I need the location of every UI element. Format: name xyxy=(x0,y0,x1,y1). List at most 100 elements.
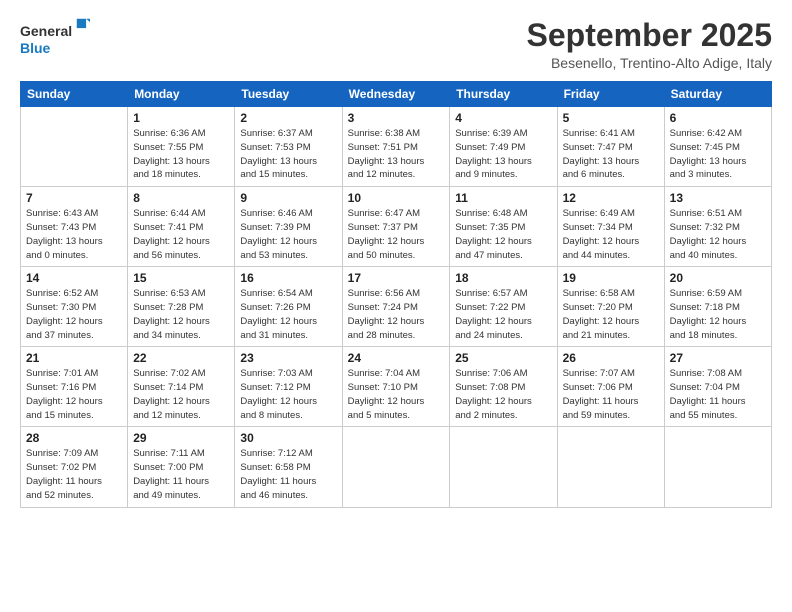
calendar-cell: 23Sunrise: 7:03 AM Sunset: 7:12 PM Dayli… xyxy=(235,347,342,427)
calendar-cell: 27 Sunrise: 7:08 AM Sunset: 7:04 PM Dayli… xyxy=(664,347,771,427)
calendar-week-4: 28 Sunrise: 7:09 AM Sunset: 7:02 PM Dayli… xyxy=(21,427,772,507)
day-number: 21 xyxy=(26,351,122,365)
day-number: 11 xyxy=(455,191,551,205)
day-number: 1 xyxy=(133,111,229,125)
day-number: 2 xyxy=(240,111,336,125)
day-info: Sunrise: 7:09 AM Sunset: 7:02 PM Dayligh… xyxy=(26,447,122,502)
day-number: 13 xyxy=(670,191,766,205)
calendar-cell: 28 Sunrise: 7:09 AM Sunset: 7:02 PM Dayli… xyxy=(21,427,128,507)
day-info: Sunrise: 6:42 AM Sunset: 7:45 PM Dayligh… xyxy=(670,127,766,182)
location: Besenello, Trentino-Alto Adige, Italy xyxy=(527,55,772,71)
day-info: Sunrise: 6:56 AM Sunset: 7:24 PM Dayligh… xyxy=(348,287,445,342)
calendar-cell: 20Sunrise: 6:59 AM Sunset: 7:18 PM Dayli… xyxy=(664,267,771,347)
calendar-week-2: 14 Sunrise: 6:52 AM Sunset: 7:30 PM Dayli… xyxy=(21,267,772,347)
day-info: Sunrise: 6:46 AM Sunset: 7:39 PM Dayligh… xyxy=(240,207,336,262)
svg-text:Blue: Blue xyxy=(20,40,51,56)
day-number: 3 xyxy=(348,111,445,125)
day-info: Sunrise: 7:06 AM Sunset: 7:08 PM Dayligh… xyxy=(455,367,551,422)
day-number: 9 xyxy=(240,191,336,205)
calendar-cell: 25Sunrise: 7:06 AM Sunset: 7:08 PM Dayli… xyxy=(450,347,557,427)
page: General Blue September 2025 Besenello, T… xyxy=(0,0,792,612)
calendar-cell: 22Sunrise: 7:02 AM Sunset: 7:14 PM Dayli… xyxy=(128,347,235,427)
col-friday: Friday xyxy=(557,82,664,107)
day-info: Sunrise: 7:02 AM Sunset: 7:14 PM Dayligh… xyxy=(133,367,229,422)
calendar-cell: 15Sunrise: 6:53 AM Sunset: 7:28 PM Dayli… xyxy=(128,267,235,347)
day-number: 27 xyxy=(670,351,766,365)
day-number: 17 xyxy=(348,271,445,285)
day-info: Sunrise: 7:11 AM Sunset: 7:00 PM Dayligh… xyxy=(133,447,229,502)
day-info: Sunrise: 7:01 AM Sunset: 7:16 PM Dayligh… xyxy=(26,367,122,422)
calendar-cell: 16Sunrise: 6:54 AM Sunset: 7:26 PM Dayli… xyxy=(235,267,342,347)
day-info: Sunrise: 6:43 AM Sunset: 7:43 PM Dayligh… xyxy=(26,207,122,262)
day-number: 28 xyxy=(26,431,122,445)
day-info: Sunrise: 6:52 AM Sunset: 7:30 PM Dayligh… xyxy=(26,287,122,342)
day-number: 15 xyxy=(133,271,229,285)
title-block: September 2025 Besenello, Trentino-Alto … xyxy=(527,18,772,71)
calendar-cell: 30Sunrise: 7:12 AM Sunset: 6:58 PM Dayli… xyxy=(235,427,342,507)
day-info: Sunrise: 6:37 AM Sunset: 7:53 PM Dayligh… xyxy=(240,127,336,182)
calendar-cell: 21 Sunrise: 7:01 AM Sunset: 7:16 PM Dayli… xyxy=(21,347,128,427)
svg-text:General: General xyxy=(20,23,72,39)
calendar-week-0: 1 Sunrise: 6:36 AM Sunset: 7:55 PM Daylig… xyxy=(21,107,772,187)
logo: General Blue xyxy=(20,18,90,60)
day-number: 5 xyxy=(563,111,659,125)
day-number: 7 xyxy=(26,191,122,205)
calendar-cell: 18Sunrise: 6:57 AM Sunset: 7:22 PM Dayli… xyxy=(450,267,557,347)
day-info: Sunrise: 7:12 AM Sunset: 6:58 PM Dayligh… xyxy=(240,447,336,502)
calendar-cell: 4Sunrise: 6:39 AM Sunset: 7:49 PM Daylig… xyxy=(450,107,557,187)
calendar-cell xyxy=(664,427,771,507)
calendar-cell: 19 Sunrise: 6:58 AM Sunset: 7:20 PM Dayli… xyxy=(557,267,664,347)
calendar-cell: 26 Sunrise: 7:07 AM Sunset: 7:06 PM Dayli… xyxy=(557,347,664,427)
calendar-cell: 7 Sunrise: 6:43 AM Sunset: 7:43 PM Daylig… xyxy=(21,187,128,267)
calendar-cell: 9 Sunrise: 6:46 AM Sunset: 7:39 PM Daylig… xyxy=(235,187,342,267)
calendar-cell: 12 Sunrise: 6:49 AM Sunset: 7:34 PM Dayli… xyxy=(557,187,664,267)
day-info: Sunrise: 6:58 AM Sunset: 7:20 PM Dayligh… xyxy=(563,287,659,342)
day-number: 18 xyxy=(455,271,551,285)
col-sunday: Sunday xyxy=(21,82,128,107)
day-info: Sunrise: 6:38 AM Sunset: 7:51 PM Dayligh… xyxy=(348,127,445,182)
calendar-cell: 5 Sunrise: 6:41 AM Sunset: 7:47 PM Daylig… xyxy=(557,107,664,187)
day-info: Sunrise: 6:41 AM Sunset: 7:47 PM Dayligh… xyxy=(563,127,659,182)
day-info: Sunrise: 6:51 AM Sunset: 7:32 PM Dayligh… xyxy=(670,207,766,262)
calendar-cell xyxy=(450,427,557,507)
col-wednesday: Wednesday xyxy=(342,82,450,107)
day-number: 26 xyxy=(563,351,659,365)
day-info: Sunrise: 7:07 AM Sunset: 7:06 PM Dayligh… xyxy=(563,367,659,422)
calendar-cell: 17 Sunrise: 6:56 AM Sunset: 7:24 PM Dayli… xyxy=(342,267,450,347)
calendar-cell: 10 Sunrise: 6:47 AM Sunset: 7:37 PM Dayli… xyxy=(342,187,450,267)
day-number: 20 xyxy=(670,271,766,285)
calendar-cell: 29Sunrise: 7:11 AM Sunset: 7:00 PM Dayli… xyxy=(128,427,235,507)
day-info: Sunrise: 6:48 AM Sunset: 7:35 PM Dayligh… xyxy=(455,207,551,262)
day-number: 8 xyxy=(133,191,229,205)
calendar-cell: 14 Sunrise: 6:52 AM Sunset: 7:30 PM Dayli… xyxy=(21,267,128,347)
day-number: 12 xyxy=(563,191,659,205)
calendar-cell: 8 Sunrise: 6:44 AM Sunset: 7:41 PM Daylig… xyxy=(128,187,235,267)
calendar-cell xyxy=(342,427,450,507)
day-info: Sunrise: 7:04 AM Sunset: 7:10 PM Dayligh… xyxy=(348,367,445,422)
day-info: Sunrise: 6:36 AM Sunset: 7:55 PM Dayligh… xyxy=(133,127,229,182)
day-number: 10 xyxy=(348,191,445,205)
day-info: Sunrise: 6:49 AM Sunset: 7:34 PM Dayligh… xyxy=(563,207,659,262)
day-info: Sunrise: 6:39 AM Sunset: 7:49 PM Dayligh… xyxy=(455,127,551,182)
calendar-cell: 2 Sunrise: 6:37 AM Sunset: 7:53 PM Daylig… xyxy=(235,107,342,187)
col-tuesday: Tuesday xyxy=(235,82,342,107)
calendar: Sunday Monday Tuesday Wednesday Thursday… xyxy=(20,81,772,507)
day-info: Sunrise: 6:44 AM Sunset: 7:41 PM Dayligh… xyxy=(133,207,229,262)
calendar-week-1: 7 Sunrise: 6:43 AM Sunset: 7:43 PM Daylig… xyxy=(21,187,772,267)
calendar-cell: 6 Sunrise: 6:42 AM Sunset: 7:45 PM Daylig… xyxy=(664,107,771,187)
logo-svg: General Blue xyxy=(20,18,90,60)
calendar-cell: 1 Sunrise: 6:36 AM Sunset: 7:55 PM Daylig… xyxy=(128,107,235,187)
day-number: 19 xyxy=(563,271,659,285)
day-info: Sunrise: 6:54 AM Sunset: 7:26 PM Dayligh… xyxy=(240,287,336,342)
day-number: 24 xyxy=(348,351,445,365)
day-number: 14 xyxy=(26,271,122,285)
calendar-cell: 13 Sunrise: 6:51 AM Sunset: 7:32 PM Dayli… xyxy=(664,187,771,267)
header: General Blue September 2025 Besenello, T… xyxy=(20,18,772,71)
day-info: Sunrise: 6:47 AM Sunset: 7:37 PM Dayligh… xyxy=(348,207,445,262)
col-monday: Monday xyxy=(128,82,235,107)
calendar-week-3: 21 Sunrise: 7:01 AM Sunset: 7:16 PM Dayli… xyxy=(21,347,772,427)
day-number: 6 xyxy=(670,111,766,125)
day-info: Sunrise: 7:08 AM Sunset: 7:04 PM Dayligh… xyxy=(670,367,766,422)
day-info: Sunrise: 7:03 AM Sunset: 7:12 PM Dayligh… xyxy=(240,367,336,422)
calendar-cell: 11 Sunrise: 6:48 AM Sunset: 7:35 PM Dayli… xyxy=(450,187,557,267)
